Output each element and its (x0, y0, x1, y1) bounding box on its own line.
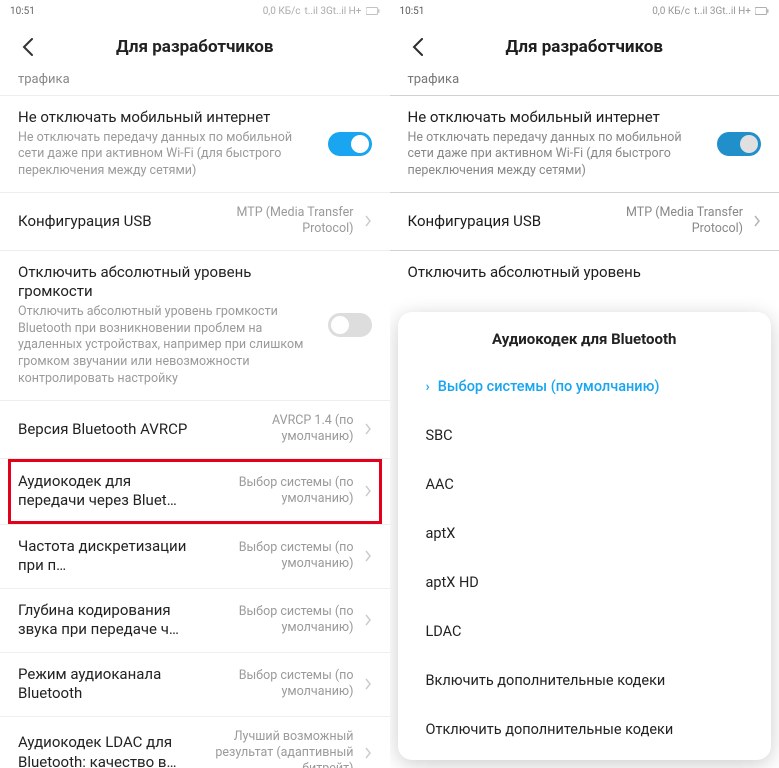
partial-row: трафика (18, 72, 372, 95)
row-absolute-volume[interactable]: Отключить абсолютный уровень громкости О… (18, 251, 372, 400)
row-bluetooth-codec[interactable]: Аудиокодек для передачи через Bluet… Выб… (8, 459, 382, 524)
row-channel-mode[interactable]: Режим аудиоканала Bluetooth Выбор систем… (18, 653, 372, 716)
status-time: 10:51 (10, 6, 35, 17)
back-button[interactable] (16, 35, 40, 59)
chevron-right-icon (364, 678, 372, 690)
screen-left: 10:51 0,0 КБ/с t..il 3Gt..il H+ Для разр… (0, 0, 390, 768)
codec-sheet: Аудиокодек для Bluetooth › Выбор системы… (398, 312, 772, 760)
row-mobile-data[interactable]: Не отключать мобильный интернет Не отклю… (18, 96, 372, 192)
toggle-mobile-data[interactable] (328, 132, 372, 156)
battery-icon (366, 6, 380, 16)
back-button[interactable] (406, 35, 430, 59)
settings-list: трафика Не отключать мобильный интернет … (0, 72, 390, 768)
page-title: Для разработчиков (116, 37, 273, 57)
row-bit-depth[interactable]: Глубина кодирования звука при передаче ч… (18, 589, 372, 652)
battery-icon (755, 6, 769, 16)
sheet-item-enable-extra[interactable]: Включить дополнительные кодеки (398, 656, 772, 705)
sheet-item-aptxhd[interactable]: aptX HD (398, 558, 772, 607)
sheet-item-aac[interactable]: AAC (398, 460, 772, 509)
header: Для разработчиков (0, 22, 390, 72)
header: Для разработчиков (390, 22, 779, 72)
sheet-title: Аудиокодек для Bluetooth (398, 330, 772, 362)
row-ldac[interactable]: Аудиокодек LDAC для Bluetooth: качество … (18, 717, 372, 768)
row-absolute-volume: Отключить абсолютный уровень (408, 251, 762, 295)
row-avrcp[interactable]: Версия Bluetooth AVRCP AVRCP 1.4 (по умо… (18, 401, 372, 458)
status-right: 0,0 КБ/с t..il 3Gt..il H+ (652, 6, 769, 17)
sheet-item-disable-extra[interactable]: Отключить дополнительные кодеки (398, 705, 772, 754)
page-title: Для разработчиков (506, 37, 663, 57)
row-usb-config[interactable]: Конфигурация USB MTP (Media Transfer Pro… (18, 193, 372, 250)
dimmed-background: 10:51 0,0 КБ/с t..il 3Gt..il H+ Для разр… (390, 0, 779, 294)
row-usb-config: Конфигурация USB MTP (Media Transfer Pro… (408, 193, 762, 250)
chevron-right-icon (753, 215, 761, 227)
toggle-absolute-volume[interactable] (328, 313, 372, 337)
sheet-item-sbc[interactable]: SBC (398, 411, 772, 460)
check-icon: › (426, 379, 430, 395)
chevron-right-icon (364, 423, 372, 435)
sheet-item-aptx[interactable]: aptX (398, 509, 772, 558)
chevron-right-icon (364, 550, 372, 562)
sheet-item-default[interactable]: › Выбор системы (по умолчанию) (398, 362, 772, 411)
chevron-right-icon (364, 747, 372, 759)
toggle-mobile-data (717, 132, 761, 156)
screen-right: 10:51 0,0 КБ/с t..il 3Gt..il H+ Для разр… (390, 0, 779, 768)
chevron-right-icon (364, 614, 372, 626)
row-mobile-data: Не отключать мобильный интернет Не отклю… (408, 96, 762, 192)
row-sample-rate[interactable]: Частота дискретизации при п… Выбор систе… (18, 525, 372, 588)
status-time: 10:51 (400, 6, 425, 17)
statusbar: 10:51 0,0 КБ/с t..il 3Gt..il H+ (0, 0, 390, 22)
chevron-right-icon (364, 485, 372, 497)
statusbar: 10:51 0,0 КБ/с t..il 3Gt..il H+ (390, 0, 779, 22)
sheet-item-ldac[interactable]: LDAC (398, 607, 772, 656)
chevron-right-icon (364, 215, 372, 227)
status-right: 0,0 КБ/с t..il 3Gt..il H+ (263, 6, 380, 17)
